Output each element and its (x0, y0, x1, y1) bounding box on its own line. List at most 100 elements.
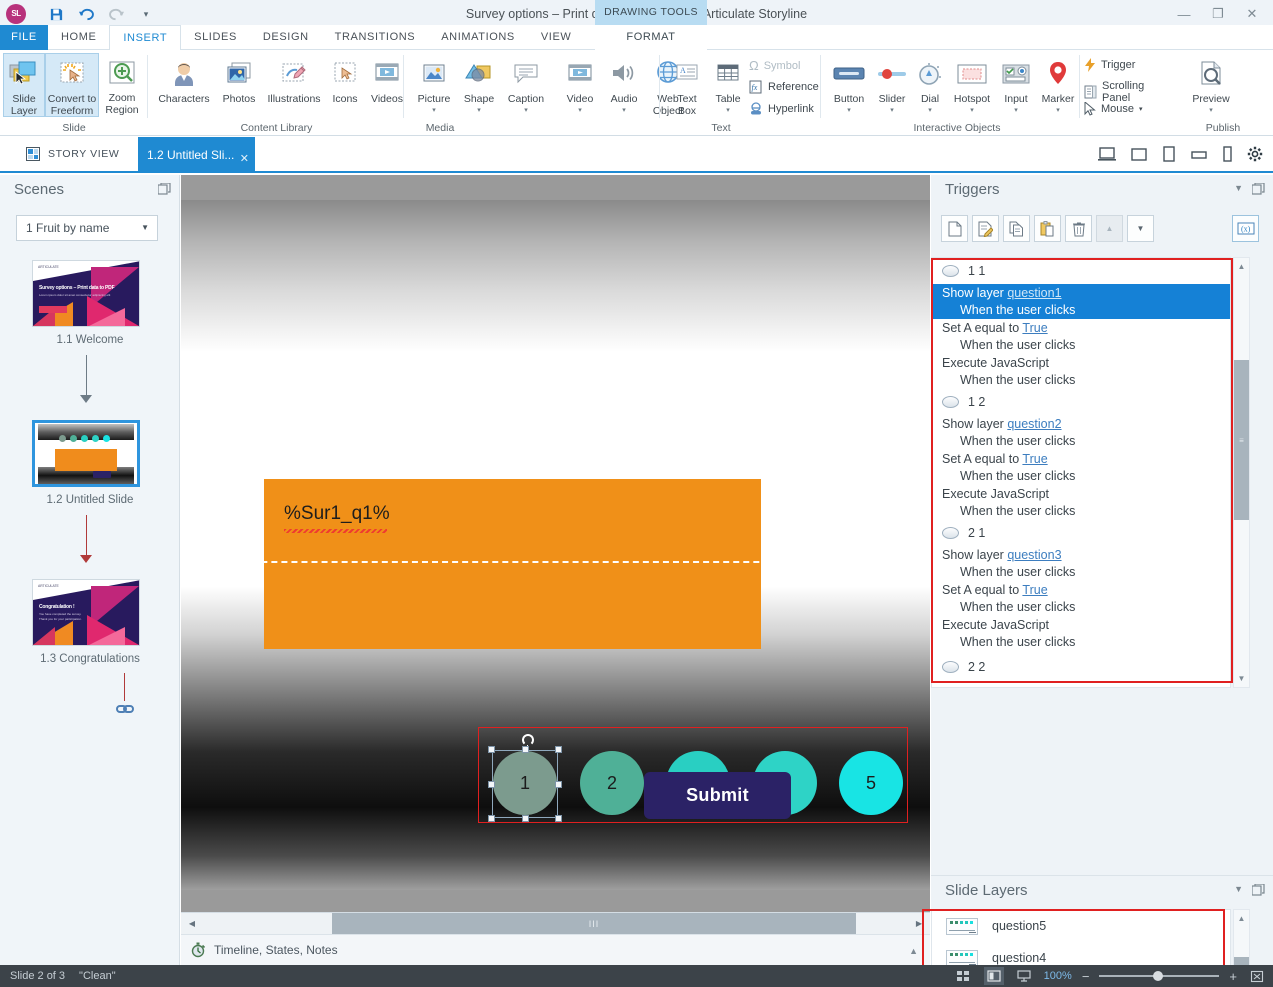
presenter-view-icon[interactable] (1014, 967, 1034, 985)
tab-format[interactable]: FORMAT (595, 25, 707, 50)
resize-handle-e[interactable] (555, 781, 562, 788)
chevron-down-icon[interactable]: ▾ (1139, 105, 1143, 113)
tab-home[interactable]: HOME (48, 25, 109, 50)
chevron-down-icon[interactable]: ▾ (872, 106, 912, 115)
chevron-down-icon[interactable]: ▾ (826, 106, 872, 115)
chevron-down-icon[interactable]: ▾ (912, 106, 948, 115)
trigger-button[interactable]: Trigger (1084, 58, 1135, 72)
manage-variables-icon[interactable]: (x) (1232, 215, 1259, 242)
slide-layer-button[interactable]: Slide Layer (3, 53, 45, 117)
resize-handle-se[interactable] (555, 815, 562, 822)
move-up-icon[interactable]: ▲ (1096, 215, 1123, 242)
convert-to-freeform-button[interactable]: Convert to Freeform (45, 53, 99, 117)
mouse-button[interactable]: Mouse ▾ (1084, 102, 1143, 116)
rotate-handle-icon[interactable] (522, 734, 534, 746)
scrolling-panel-button[interactable]: Scrolling Panel (1084, 80, 1170, 104)
zoom-region-button[interactable]: Zoom Region (100, 53, 144, 116)
player-settings-gear-icon[interactable] (1247, 146, 1263, 162)
close-icon[interactable]: ✕ (240, 141, 249, 177)
trigger-group-header[interactable]: 2 2 (932, 654, 1230, 680)
zoom-slider[interactable] (1099, 975, 1219, 977)
tab-transitions[interactable]: TRANSITIONS (322, 25, 429, 50)
trigger-group-header[interactable]: 1 2 (932, 389, 1230, 415)
chevron-down-icon[interactable]: ▾ (501, 106, 551, 115)
tab-insert[interactable]: INSERT (109, 25, 181, 50)
paste-trigger-icon[interactable] (1034, 215, 1061, 242)
dial-button[interactable]: Dial ▾ (912, 54, 948, 115)
tab-slides[interactable]: SLIDES (181, 25, 250, 50)
scroll-up-icon[interactable]: ▲ (1234, 258, 1249, 275)
chevron-down-icon[interactable]: ▾ (948, 106, 996, 115)
trigger-row[interactable]: Execute JavaScript When the user clicks (932, 616, 1230, 651)
scroll-down-icon[interactable]: ▼ (1234, 670, 1249, 687)
tab-animations[interactable]: ANIMATIONS (428, 25, 528, 50)
trigger-group-header[interactable]: 1 1 (932, 258, 1230, 284)
trigger-row[interactable]: Show layer question2 When the user click… (932, 415, 1230, 450)
chevron-down-icon[interactable]: ▾ (602, 106, 646, 115)
trigger-row[interactable]: Execute JavaScript When the user clicks (932, 354, 1230, 389)
chevron-down-icon[interactable]: ▾ (707, 106, 749, 115)
trigger-row[interactable]: Show layer question1 When the user click… (932, 284, 1230, 319)
question-panel-shape[interactable]: %Sur1_q1% (264, 479, 761, 649)
restore-button[interactable]: ❐ (1201, 1, 1235, 27)
edit-trigger-icon[interactable] (972, 215, 999, 242)
resize-handle-w[interactable] (488, 781, 495, 788)
trigger-row[interactable]: Show layer question3 When the user click… (932, 546, 1230, 581)
undock-panel-icon[interactable] (158, 183, 171, 195)
scroll-thumb[interactable]: ≡ (1234, 360, 1249, 520)
resize-handle-nw[interactable] (488, 746, 495, 753)
story-view-tab[interactable]: STORY VIEW (26, 147, 119, 161)
resize-handle-s[interactable] (522, 815, 529, 822)
move-down-icon[interactable]: ▼ (1127, 215, 1154, 242)
slide-thumbnail-1-2[interactable] (32, 420, 140, 487)
redo-icon[interactable] (106, 4, 126, 24)
trigger-row[interactable]: Set A equal to True When the user clicks (932, 581, 1230, 616)
timeline-states-notes-bar[interactable]: Timeline, States, Notes ▲ (181, 934, 930, 965)
input-button[interactable]: Input ▾ (996, 54, 1036, 115)
copy-trigger-icon[interactable] (1003, 215, 1030, 242)
trigger-row[interactable]: Set A equal to True When the user clicks (932, 450, 1230, 485)
story-view-icon[interactable] (954, 967, 974, 985)
close-button[interactable]: ✕ (1235, 1, 1269, 27)
desktop-icon[interactable] (1098, 147, 1116, 162)
triggers-scrollbar[interactable]: ▲ ≡ ▼ (1233, 257, 1250, 688)
chevron-down-icon[interactable]: ▾ (1182, 106, 1240, 115)
delete-trigger-icon[interactable] (1065, 215, 1092, 242)
illustrations-button[interactable]: Illustrations (263, 54, 325, 106)
chevron-down-icon[interactable]: ▾ (411, 106, 457, 115)
zoom-out-button[interactable]: − (1082, 969, 1090, 984)
picture-button[interactable]: Picture ▾ (411, 54, 457, 115)
chevron-down-icon[interactable]: ▼ (1234, 884, 1243, 896)
reference-button[interactable]: fx Reference (749, 80, 819, 94)
caption-button[interactable]: Caption ▾ (501, 54, 551, 115)
tab-slide-1-2[interactable]: 1.2 Untitled Sli... ✕ (138, 137, 255, 171)
layer-row[interactable]: question5 (932, 910, 1230, 942)
chevron-down-icon[interactable]: ▾ (558, 106, 602, 115)
trigger-group-header[interactable]: 2 1 (932, 520, 1230, 546)
scroll-up-icon[interactable]: ▲ (1234, 910, 1249, 927)
undo-icon[interactable] (76, 4, 96, 24)
symbol-button[interactable]: Ω Symbol (749, 58, 800, 73)
minimize-button[interactable]: — (1167, 1, 1201, 27)
table-button[interactable]: Table ▾ (707, 54, 749, 115)
fit-to-window-icon[interactable] (1247, 967, 1267, 985)
chevron-down-icon[interactable]: ▾ (457, 106, 501, 115)
trigger-link[interactable]: True (1022, 321, 1047, 335)
save-icon[interactable] (46, 4, 66, 24)
button-button[interactable]: Button ▾ (826, 54, 872, 115)
preview-button[interactable]: Preview ▾ (1182, 54, 1240, 115)
variable-reference-text[interactable]: %Sur1_q1% (284, 503, 390, 525)
resize-handle-ne[interactable] (555, 746, 562, 753)
scroll-track[interactable]: III (203, 913, 908, 935)
selection-handles[interactable] (492, 750, 558, 818)
expand-timeline-icon[interactable]: ▲ (909, 946, 918, 956)
option-circle-5[interactable]: 5 (839, 751, 903, 815)
hyperlink-button[interactable]: Hyperlink (749, 102, 814, 116)
video-button[interactable]: Video ▾ (558, 54, 602, 115)
trigger-row[interactable]: Execute JavaScript When the user clicks (932, 485, 1230, 520)
trigger-link[interactable]: question3 (1007, 548, 1061, 562)
undock-panel-icon[interactable] (1252, 884, 1265, 896)
undock-panel-icon[interactable] (1252, 183, 1265, 195)
submit-button[interactable]: Submit (644, 772, 791, 819)
zoom-slider-knob[interactable] (1153, 971, 1163, 981)
